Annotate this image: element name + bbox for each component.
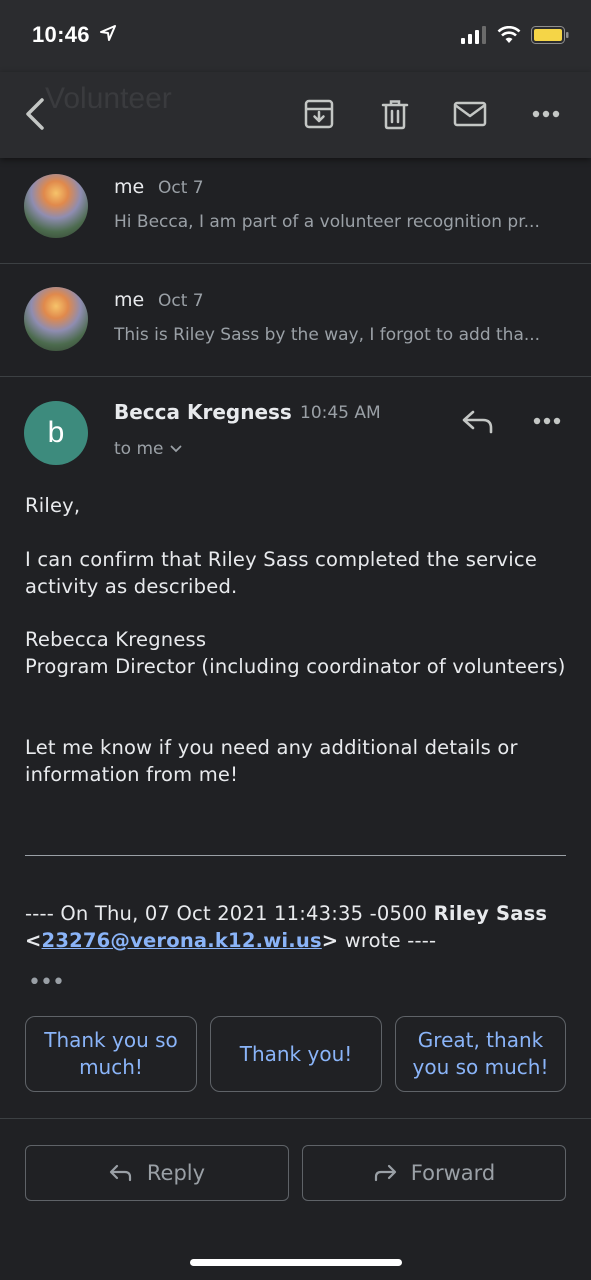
thread-message-collapsed[interactable]: me Oct 7 This is Riley Sass by the way, … <box>0 263 591 377</box>
quote-divider <box>25 855 566 856</box>
sender-avatar <box>24 287 88 351</box>
signature-name: Rebecca Kregness <box>25 628 207 651</box>
thread-message-collapsed[interactable]: me Oct 7 Hi Becca, I am part of a volunt… <box>0 150 591 264</box>
more-horizontal-icon <box>532 110 560 118</box>
location-arrow-icon <box>100 25 116 41</box>
status-time: 10:46 <box>32 22 90 47</box>
archive-button[interactable] <box>301 96 337 132</box>
chevron-down-icon <box>170 445 181 453</box>
sender-avatar: b <box>24 401 88 465</box>
quote-suffix: wrote ---- <box>338 929 437 952</box>
thread-sender: me <box>114 289 145 311</box>
message-paragraph: Let me know if you need any additional d… <box>25 736 518 786</box>
more-options-button[interactable] <box>528 96 564 132</box>
forward-button[interactable]: Forward <box>302 1145 566 1201</box>
quoted-header: ---- On Thu, 07 Oct 2021 11:43:35 -0500 … <box>25 900 570 954</box>
quote-prefix: ---- On Thu, 07 Oct 2021 11:43:35 -0500 <box>25 902 434 925</box>
smart-reply-button[interactable]: Great, thank you so much! <box>395 1016 566 1092</box>
forward-icon <box>374 1164 396 1182</box>
smart-reply-label: Great, thank you so much! <box>412 1028 549 1079</box>
smart-reply-button[interactable]: Thank you so much! <box>25 1016 197 1092</box>
smart-reply-label: Thank you so much! <box>44 1028 178 1079</box>
thread-date: Oct 7 <box>158 178 204 198</box>
subject-title: Volunteer <box>45 82 172 115</box>
home-indicator[interactable] <box>190 1259 402 1266</box>
quote-email-link[interactable]: 23276@verona.k12.wi.us <box>42 929 322 952</box>
signature-title: Program Director (including coordinator … <box>25 655 566 678</box>
quote-sender-name: Riley Sass <box>433 902 548 925</box>
thread-snippet: Hi Becca, I am part of a volunteer recog… <box>114 212 540 232</box>
battery-icon <box>531 26 569 44</box>
back-arrow-icon[interactable] <box>20 94 54 134</box>
actions-divider <box>0 1118 591 1119</box>
quote-bracket-close: > <box>321 929 339 952</box>
archive-icon <box>304 99 334 129</box>
thread-sender: me <box>114 176 145 198</box>
reply-icon <box>109 1164 132 1182</box>
message-more-icon[interactable] <box>533 417 561 425</box>
recipient-details-toggle[interactable]: to me <box>114 439 182 459</box>
mark-unread-button[interactable] <box>452 96 488 132</box>
thread-snippet: This is Riley Sass by the way, I forgot … <box>114 325 541 345</box>
show-trimmed-content-button[interactable]: ••• <box>28 970 65 995</box>
delete-button[interactable] <box>377 96 413 132</box>
top-toolbar: Volunteer <box>0 72 591 158</box>
reply-button[interactable]: Reply <box>25 1145 289 1201</box>
mail-icon <box>453 101 487 127</box>
trash-icon <box>381 100 409 130</box>
reply-label: Reply <box>146 1161 206 1185</box>
quote-bracket-open: < <box>25 929 42 952</box>
recipient-label: to me <box>114 439 164 459</box>
forward-label: Forward <box>410 1161 496 1185</box>
sender-name: Becca Kregness <box>114 400 292 424</box>
thread-date: Oct 7 <box>158 291 204 311</box>
reply-icon[interactable] <box>461 409 495 435</box>
message-greeting: Riley, <box>25 494 81 517</box>
status-bar: 10:46 <box>0 0 591 72</box>
wifi-icon <box>497 26 521 43</box>
smart-reply-label: Thank you! <box>239 1041 353 1066</box>
message-time: 10:45 AM <box>300 403 381 423</box>
cellular-signal-icon <box>461 26 486 44</box>
message-paragraph: I can confirm that Riley Sass completed … <box>25 548 538 598</box>
sender-avatar <box>24 174 88 238</box>
smart-reply-button[interactable]: Thank you! <box>210 1016 382 1092</box>
